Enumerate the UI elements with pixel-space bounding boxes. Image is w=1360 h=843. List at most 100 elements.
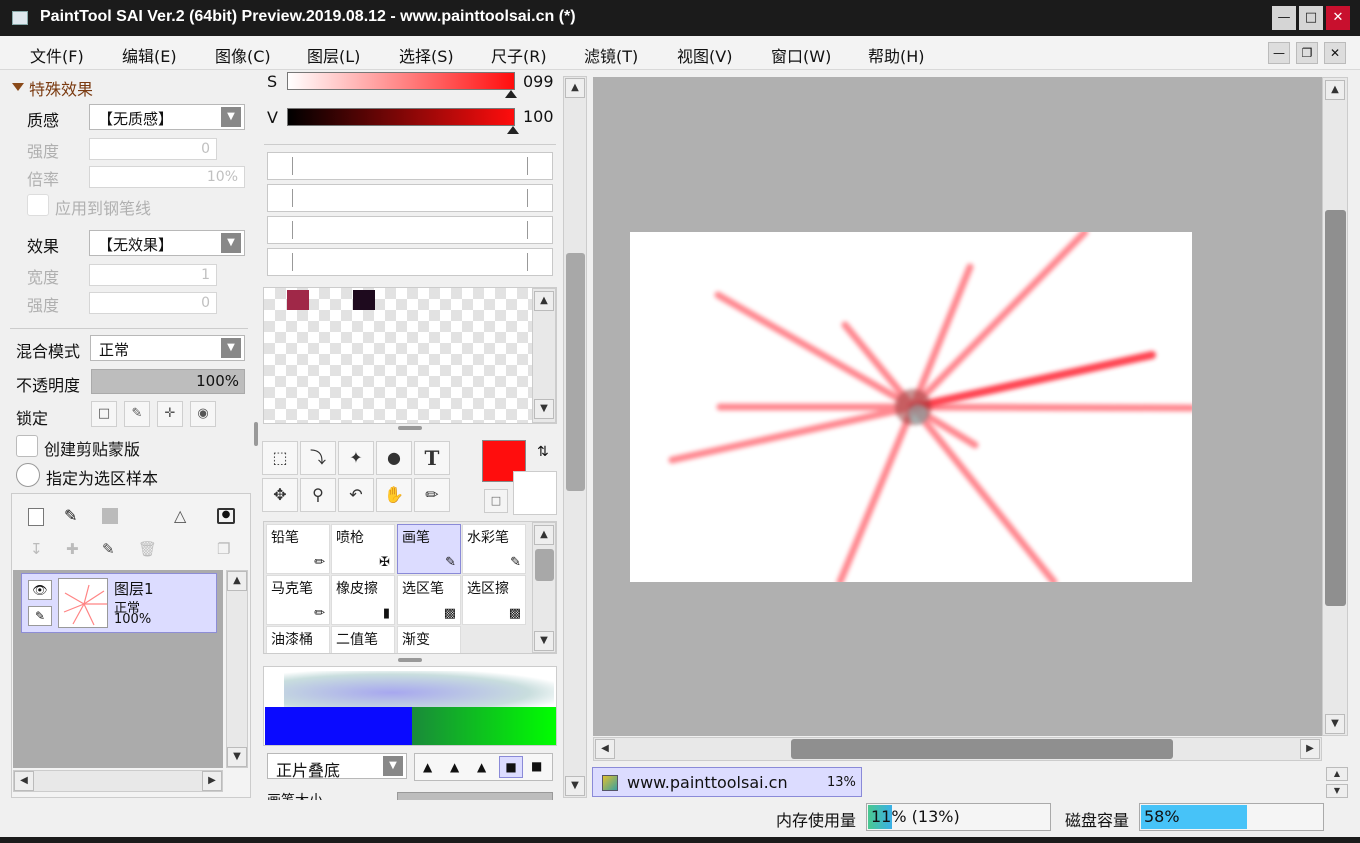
swap-colors-icon[interactable]: ⇅	[537, 444, 549, 460]
menu-select[interactable]: 选择(S)	[399, 43, 454, 67]
shape-tip-4-icon[interactable]: ■	[499, 756, 523, 778]
shape-tool[interactable]: ●	[376, 441, 412, 475]
value-slider[interactable]	[287, 108, 515, 126]
rotate-tool[interactable]: ↶	[338, 478, 374, 512]
slider-handle-icon[interactable]	[505, 90, 517, 98]
brush-marker[interactable]: 马克笔 ✏	[266, 575, 330, 625]
tab-scroll-down-icon[interactable]: ▼	[1326, 784, 1348, 798]
menu-help[interactable]: 帮助(H)	[868, 43, 925, 67]
layer-duplicate-icon[interactable]: ❐	[217, 540, 230, 558]
scale-slider[interactable]: 10%	[89, 166, 245, 188]
shape-tip-5-icon[interactable]: ■	[531, 759, 542, 773]
minimize-button[interactable]: —	[1272, 6, 1296, 30]
clear-layer-icon[interactable]: ✎	[102, 540, 115, 558]
scroll-down-icon[interactable]: ▼	[534, 631, 554, 651]
scroll-thumb[interactable]	[535, 549, 554, 581]
clip-mask-checkbox[interactable]	[16, 435, 38, 457]
lasso-tool[interactable]: ⤵	[300, 441, 336, 475]
new-pen-layer-icon[interactable]: ✎	[64, 506, 77, 525]
canvas-vertical-scrollbar[interactable]: ▲ ▼	[1322, 77, 1348, 736]
brush-brush[interactable]: 画笔 ✎	[397, 524, 461, 574]
new-folder-icon[interactable]	[102, 508, 118, 524]
brush-size-slider[interactable]	[397, 792, 553, 800]
tab-scroll-up-icon[interactable]: ▲	[1326, 767, 1348, 781]
scroll-left-icon[interactable]: ◀	[595, 739, 615, 759]
hand-tool[interactable]: ✋	[376, 478, 412, 512]
lock-all-icon[interactable]: ◉	[190, 401, 216, 427]
scroll-up-icon[interactable]: ▲	[534, 291, 554, 311]
scroll-down-icon[interactable]: ▼	[565, 776, 585, 796]
selection-sample-radio[interactable]	[16, 463, 40, 487]
slider-handle-icon[interactable]	[507, 126, 519, 134]
texture-dropdown[interactable]: 【无质感】 ▼	[89, 104, 245, 130]
layer-vertical-scrollbar[interactable]: ▲ ▼	[226, 570, 248, 768]
canvas-horizontal-scrollbar[interactable]: ◀ ▶	[593, 737, 1322, 761]
color-slider-1[interactable]	[267, 152, 553, 180]
menu-layer[interactable]: 图层(L)	[307, 43, 360, 67]
layer-horizontal-scrollbar[interactable]: ◀ ▶	[13, 770, 223, 792]
menu-file[interactable]: 文件(F)	[30, 43, 84, 67]
brush-pencil[interactable]: 铅笔 ✏	[266, 524, 330, 574]
scroll-down-icon[interactable]: ▼	[1325, 714, 1345, 734]
canvas[interactable]	[630, 232, 1192, 582]
opacity-slider[interactable]: 100%	[91, 369, 245, 394]
document-tab[interactable]: www.painttoolsai.cn 13%	[592, 767, 862, 797]
doc-close-button[interactable]: ✕	[1324, 42, 1346, 64]
tool-panel-scrollbar[interactable]: ▲ ▼	[563, 76, 587, 798]
menu-ruler[interactable]: 尺子(R)	[491, 43, 547, 67]
trash-icon[interactable]: 🗑	[138, 540, 157, 558]
width-slider[interactable]: 1	[89, 264, 217, 286]
layer-row[interactable]: 👁 ✎ 图层1 正常 100%	[21, 573, 217, 633]
collapse-triangle-icon[interactable]	[12, 83, 24, 91]
color-slider-2[interactable]	[267, 184, 553, 212]
text-tool[interactable]: T	[414, 441, 450, 475]
shape-tip-3-icon[interactable]: ▲	[477, 760, 486, 774]
brush-watercolor[interactable]: 水彩笔 ✎	[462, 524, 526, 574]
apply-pen-checkbox[interactable]	[27, 194, 49, 216]
color-slider-4[interactable]	[267, 248, 553, 276]
color-slider-3[interactable]	[267, 216, 553, 244]
brush-scrollbar[interactable]: ▲ ▼	[532, 522, 556, 653]
layer-effect-icon[interactable]: △	[174, 506, 186, 525]
lock-move-icon[interactable]: ✛	[157, 401, 183, 427]
new-layer-icon[interactable]	[28, 508, 44, 526]
merge-down-icon[interactable]: ↧	[30, 540, 43, 558]
close-button[interactable]: ✕	[1326, 6, 1350, 30]
scroll-thumb[interactable]	[1325, 210, 1346, 606]
strength-slider[interactable]: 0	[89, 138, 217, 160]
swatch-1[interactable]	[287, 290, 309, 310]
eyedropper-tool[interactable]: ✏	[414, 478, 450, 512]
layer-mask-icon[interactable]: ●	[217, 508, 235, 524]
scroll-left-icon[interactable]: ◀	[14, 771, 34, 791]
swatch-palette[interactable]: ▲ ▼	[263, 287, 557, 424]
saturation-slider[interactable]	[287, 72, 515, 90]
menu-image[interactable]: 图像(C)	[215, 43, 271, 67]
brush-selerase[interactable]: 选区擦 ▩	[462, 575, 526, 625]
visibility-eye-icon[interactable]: 👁	[28, 580, 52, 600]
effect-dropdown[interactable]: 【无效果】 ▼	[89, 230, 245, 256]
brush-gradient[interactable]: 渐变	[397, 626, 461, 653]
magic-wand-tool[interactable]: ✦	[338, 441, 374, 475]
brush-binary[interactable]: 二值笔	[331, 626, 395, 653]
shape-tip-1-icon[interactable]: ▲	[423, 760, 432, 774]
move-tool[interactable]: ✥	[262, 478, 298, 512]
shape-tip-2-icon[interactable]: ▲	[450, 760, 459, 774]
menu-filter[interactable]: 滤镜(T)	[584, 43, 638, 67]
menu-edit[interactable]: 编辑(E)	[122, 43, 177, 67]
menu-window[interactable]: 窗口(W)	[771, 43, 831, 67]
menu-view[interactable]: 视图(V)	[677, 43, 732, 67]
scroll-down-icon[interactable]: ▼	[227, 747, 247, 767]
add-icon[interactable]: ✚	[66, 540, 79, 558]
secondary-color[interactable]	[513, 471, 557, 515]
splitter-handle[interactable]	[398, 426, 422, 430]
lock-paint-icon[interactable]: ✎	[124, 401, 150, 427]
scroll-up-icon[interactable]: ▲	[1325, 80, 1345, 100]
splitter-handle[interactable]	[398, 658, 422, 662]
special-effects-header[interactable]: 特殊效果	[29, 76, 93, 100]
scroll-up-icon[interactable]: ▲	[534, 525, 554, 545]
zoom-tool[interactable]: ⚲	[300, 478, 336, 512]
scroll-thumb[interactable]	[566, 253, 585, 491]
blend-mode-dropdown[interactable]: 正常 ▼	[90, 335, 245, 361]
lock-transparency-icon[interactable]: □	[91, 401, 117, 427]
brush-eraser[interactable]: 橡皮擦 ▮	[331, 575, 395, 625]
